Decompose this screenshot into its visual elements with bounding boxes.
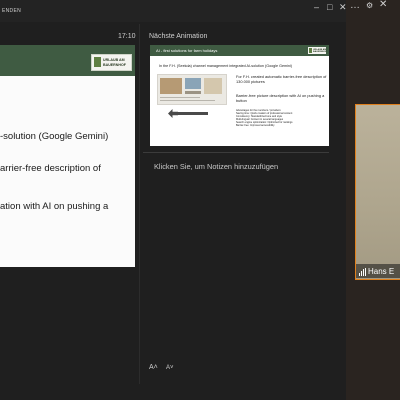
restore-icon[interactable]: □ bbox=[327, 3, 332, 12]
website-screenshot-image bbox=[157, 74, 227, 105]
signal-strength-icon bbox=[359, 268, 367, 276]
more-options-icon[interactable]: … bbox=[350, 0, 360, 11]
decrease-font-button[interactable]: A˅ bbox=[166, 365, 174, 371]
next-animation-label: Nächste Animation bbox=[149, 33, 208, 40]
slide-text-line: -solution (Google Gemini) bbox=[0, 131, 109, 142]
slide-header-bar: URLAUB AM BAUERNHOF bbox=[0, 45, 135, 76]
current-slide[interactable]: URLAUB AM BAUERNHOF -solution (Google Ge… bbox=[0, 45, 135, 267]
preview-para: button bbox=[236, 98, 247, 103]
participant-video-tile[interactable]: Hans E bbox=[355, 104, 400, 280]
notes-divider bbox=[143, 152, 329, 153]
urlaub-am-bauernhof-logo: URLAUB AM BAUERNHOF bbox=[91, 54, 132, 71]
close-icon[interactable]: ✕ bbox=[379, 0, 387, 10]
next-slide-preview[interactable]: AI - first solutions for farm holidays U… bbox=[150, 45, 329, 146]
participant-name: Hans E bbox=[368, 267, 395, 276]
slide-text-line: ation with AI on pushing a bbox=[0, 201, 109, 212]
preview-subtitle: In the F.H. (Seekda) channel management … bbox=[159, 64, 293, 68]
minimize-icon[interactable]: – bbox=[314, 3, 319, 12]
slide-text-line: arrier-free description of bbox=[0, 163, 101, 174]
end-show-label[interactable]: ENDEN bbox=[2, 8, 21, 14]
presenter-topbar: ENDEN – □ ✕ bbox=[0, 0, 347, 22]
preview-title: AI - first solutions for farm holidays bbox=[156, 48, 218, 53]
preview-logo: URLAUB AM BAUERNHOF bbox=[308, 47, 327, 54]
speaker-notes-input[interactable]: Klicken Sie, um Notizen hinzuzufügen bbox=[154, 162, 278, 171]
arrow-left-icon bbox=[168, 109, 178, 118]
preview-para: 130.000 pictures bbox=[236, 79, 265, 84]
preview-header: AI - first solutions for farm holidays U… bbox=[150, 45, 329, 56]
gear-icon[interactable]: ⚙ bbox=[366, 1, 373, 10]
elapsed-timer: 17:10 bbox=[118, 33, 136, 40]
preview-para: Barrier-free picture description with AI… bbox=[236, 93, 325, 98]
pane-divider[interactable] bbox=[139, 24, 140, 384]
increase-font-button[interactable]: A˄ bbox=[149, 364, 158, 371]
advantages-item: Barrier-free: Improved accessibility bbox=[236, 124, 275, 127]
